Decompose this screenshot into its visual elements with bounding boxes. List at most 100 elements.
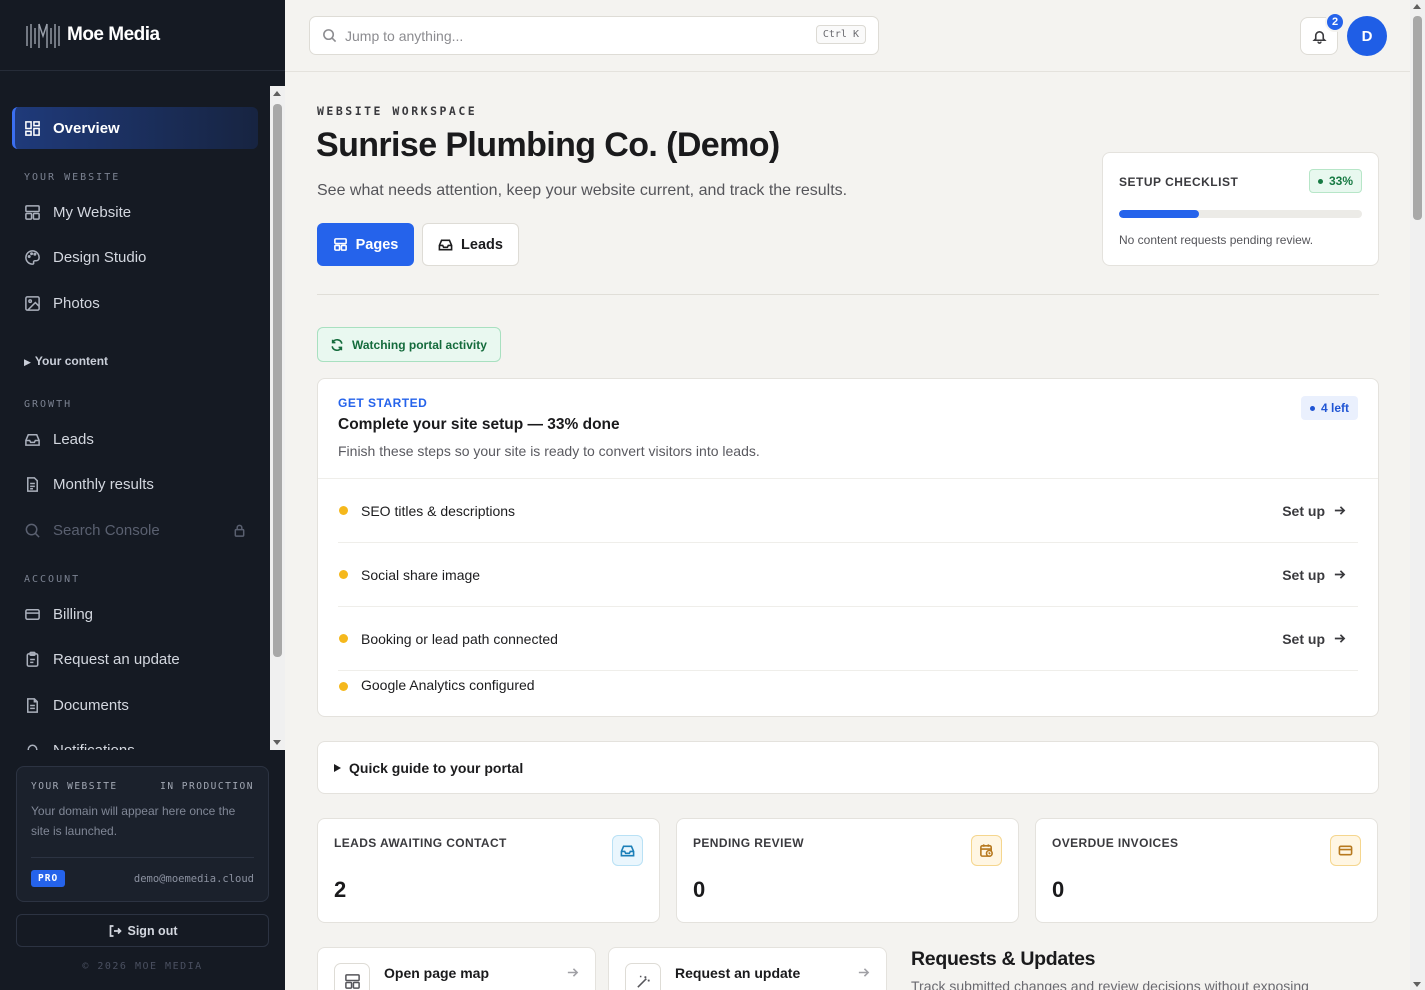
bell-icon bbox=[1311, 30, 1327, 44]
sign-out-button[interactable]: Sign out bbox=[16, 914, 269, 947]
checklist-percent-badge: 33% bbox=[1308, 169, 1362, 193]
setup-task[interactable]: SEO titles & descriptions Set up bbox=[338, 479, 1358, 543]
site-status: IN PRODUCTION bbox=[160, 781, 254, 792]
stat-label: PENDING REVIEW bbox=[693, 836, 804, 850]
leads-button-label: Leads bbox=[461, 236, 503, 253]
pages-button[interactable]: Pages bbox=[317, 223, 414, 266]
search-icon bbox=[323, 29, 337, 43]
sign-out-label: Sign out bbox=[127, 923, 178, 938]
sidebar-item-request-update[interactable]: Request an update bbox=[12, 638, 258, 680]
search-placeholder: Jump to anything... bbox=[345, 27, 464, 44]
leads-button[interactable]: Leads bbox=[422, 223, 519, 266]
logout-icon bbox=[109, 924, 122, 937]
stat-label: OVERDUE INVOICES bbox=[1052, 836, 1179, 850]
sidebar-item-leads[interactable]: Leads bbox=[12, 418, 258, 460]
layout-icon bbox=[344, 973, 360, 989]
refresh-icon bbox=[331, 338, 343, 351]
requests-title: Requests & Updates bbox=[911, 948, 1096, 970]
quick-guide-label: Quick guide to your portal bbox=[349, 759, 524, 776]
chevron-right-icon: ▶ bbox=[24, 357, 31, 367]
stat-card-overdue-invoices[interactable]: OVERDUE INVOICES 0 bbox=[1035, 818, 1378, 923]
task-label: Social share image bbox=[361, 566, 481, 583]
setup-task[interactable]: Google Analytics configured bbox=[338, 671, 1358, 717]
avatar[interactable]: D bbox=[1347, 16, 1387, 56]
set-up-button[interactable]: Set up bbox=[1282, 567, 1346, 583]
magic-wand-icon bbox=[636, 975, 650, 988]
scroll-up-arrow-icon[interactable] bbox=[1413, 4, 1421, 9]
stat-value: 0 bbox=[1052, 877, 1065, 902]
page-scrollbar[interactable] bbox=[1410, 0, 1425, 990]
sidebar-item-billing[interactable]: Billing bbox=[12, 593, 258, 635]
image-icon bbox=[25, 295, 40, 311]
layout-icon bbox=[25, 204, 40, 220]
keyboard-shortcut: Ctrl K bbox=[815, 25, 866, 44]
stat-card-leads[interactable]: LEADS AWAITING CONTACT 2 bbox=[317, 818, 660, 923]
sidebar-scroll-thumb[interactable] bbox=[273, 104, 282, 657]
sidebar-item-label: Request an update bbox=[53, 650, 180, 668]
grid-icon bbox=[25, 120, 40, 136]
brand-logo[interactable]: Moe Media bbox=[0, 0, 285, 71]
sidebar-item-notifications[interactable]: Notifications bbox=[12, 729, 258, 750]
setup-task[interactable]: Social share image Set up bbox=[338, 543, 1358, 607]
lock-icon bbox=[234, 524, 245, 537]
plan-badge: PRO bbox=[31, 870, 66, 887]
sidebar-item-documents[interactable]: Documents bbox=[12, 684, 258, 726]
setup-task[interactable]: Booking or lead path connected Set up bbox=[338, 607, 1358, 671]
set-up-label: Set up bbox=[1282, 630, 1325, 647]
pending-dot-icon bbox=[339, 682, 348, 691]
set-up-button[interactable]: Set up bbox=[1282, 631, 1346, 647]
set-up-label: Set up bbox=[1282, 502, 1325, 519]
pending-dot-icon bbox=[339, 506, 348, 515]
sidebar-item-label: Design Studio bbox=[53, 248, 147, 266]
pending-dot-icon bbox=[339, 570, 348, 579]
page-eyebrow: WEBSITE WORKSPACE bbox=[317, 104, 478, 118]
sidebar-item-label: Documents bbox=[53, 696, 129, 714]
arrow-right-icon bbox=[1334, 634, 1346, 643]
sidebar-item-label: Leads bbox=[53, 430, 94, 448]
page-scroll-thumb[interactable] bbox=[1413, 16, 1422, 220]
notifications-button[interactable]: 2 bbox=[1300, 12, 1345, 55]
credit-card-icon bbox=[1338, 845, 1353, 856]
header-divider bbox=[317, 294, 1379, 295]
requests-description: Track submitted changes and review decis… bbox=[911, 978, 1309, 990]
scroll-down-arrow-icon[interactable] bbox=[1413, 982, 1421, 987]
request-update-button[interactable]: Request an update bbox=[608, 947, 887, 990]
section-your-website: YOUR WEBSITE bbox=[24, 172, 121, 183]
sidebar-item-label: Overview bbox=[53, 119, 120, 137]
inbox-icon bbox=[25, 433, 40, 446]
sidebar-scrollbar[interactable] bbox=[270, 86, 285, 750]
sidebar-item-monthly-results[interactable]: Monthly results bbox=[12, 463, 258, 505]
your-content-label: Your content bbox=[34, 354, 109, 368]
tasks-remaining-badge: 4 left bbox=[1300, 396, 1358, 420]
quick-action-label: Open page map bbox=[384, 965, 490, 981]
layout-icon bbox=[333, 238, 347, 251]
search-input[interactable]: Jump to anything... Ctrl K bbox=[309, 16, 879, 55]
sidebar-item-design-studio[interactable]: Design Studio bbox=[12, 236, 258, 278]
set-up-button[interactable]: Set up bbox=[1282, 503, 1346, 519]
arrow-right-icon bbox=[1334, 506, 1346, 515]
scroll-down-arrow-icon[interactable] bbox=[273, 740, 281, 745]
stat-label: LEADS AWAITING CONTACT bbox=[334, 836, 507, 850]
account-email: demo@moemedia.cloud bbox=[133, 872, 254, 885]
sidebar-item-my-website[interactable]: My Website bbox=[12, 191, 258, 233]
sidebar-nav: Overview YOUR WEBSITE My Website Design … bbox=[0, 86, 270, 750]
arrow-right-icon bbox=[567, 968, 579, 977]
stat-card-pending-review[interactable]: PENDING REVIEW 0 bbox=[676, 818, 1019, 923]
sidebar-item-label: Billing bbox=[53, 605, 94, 623]
task-label: Google Analytics configured bbox=[361, 677, 535, 693]
sidebar-item-photos[interactable]: Photos bbox=[12, 282, 258, 324]
sidebar-item-overview[interactable]: Overview bbox=[12, 107, 258, 149]
file-icon bbox=[27, 697, 38, 713]
credit-card-icon bbox=[25, 608, 40, 620]
setup-checklist-card[interactable]: SETUP CHECKLIST 33% No content requests … bbox=[1102, 152, 1379, 266]
stat-icon bbox=[1330, 835, 1361, 866]
scroll-up-arrow-icon[interactable] bbox=[273, 91, 281, 96]
your-content-toggle[interactable]: ▶ Your content bbox=[24, 354, 108, 368]
sidebar: Moe Media Overview YOUR WEBSITE My Websi… bbox=[0, 0, 285, 990]
moe-media-logo-icon bbox=[26, 23, 60, 48]
top-bar: Jump to anything... Ctrl K 2 D bbox=[285, 0, 1410, 72]
get-started-title: Complete your site setup — 33% done bbox=[338, 416, 620, 433]
brand-name: Moe Media bbox=[67, 24, 160, 45]
open-page-map-button[interactable]: Open page map bbox=[317, 947, 596, 990]
quick-guide-toggle[interactable]: Quick guide to your portal bbox=[317, 741, 1379, 794]
